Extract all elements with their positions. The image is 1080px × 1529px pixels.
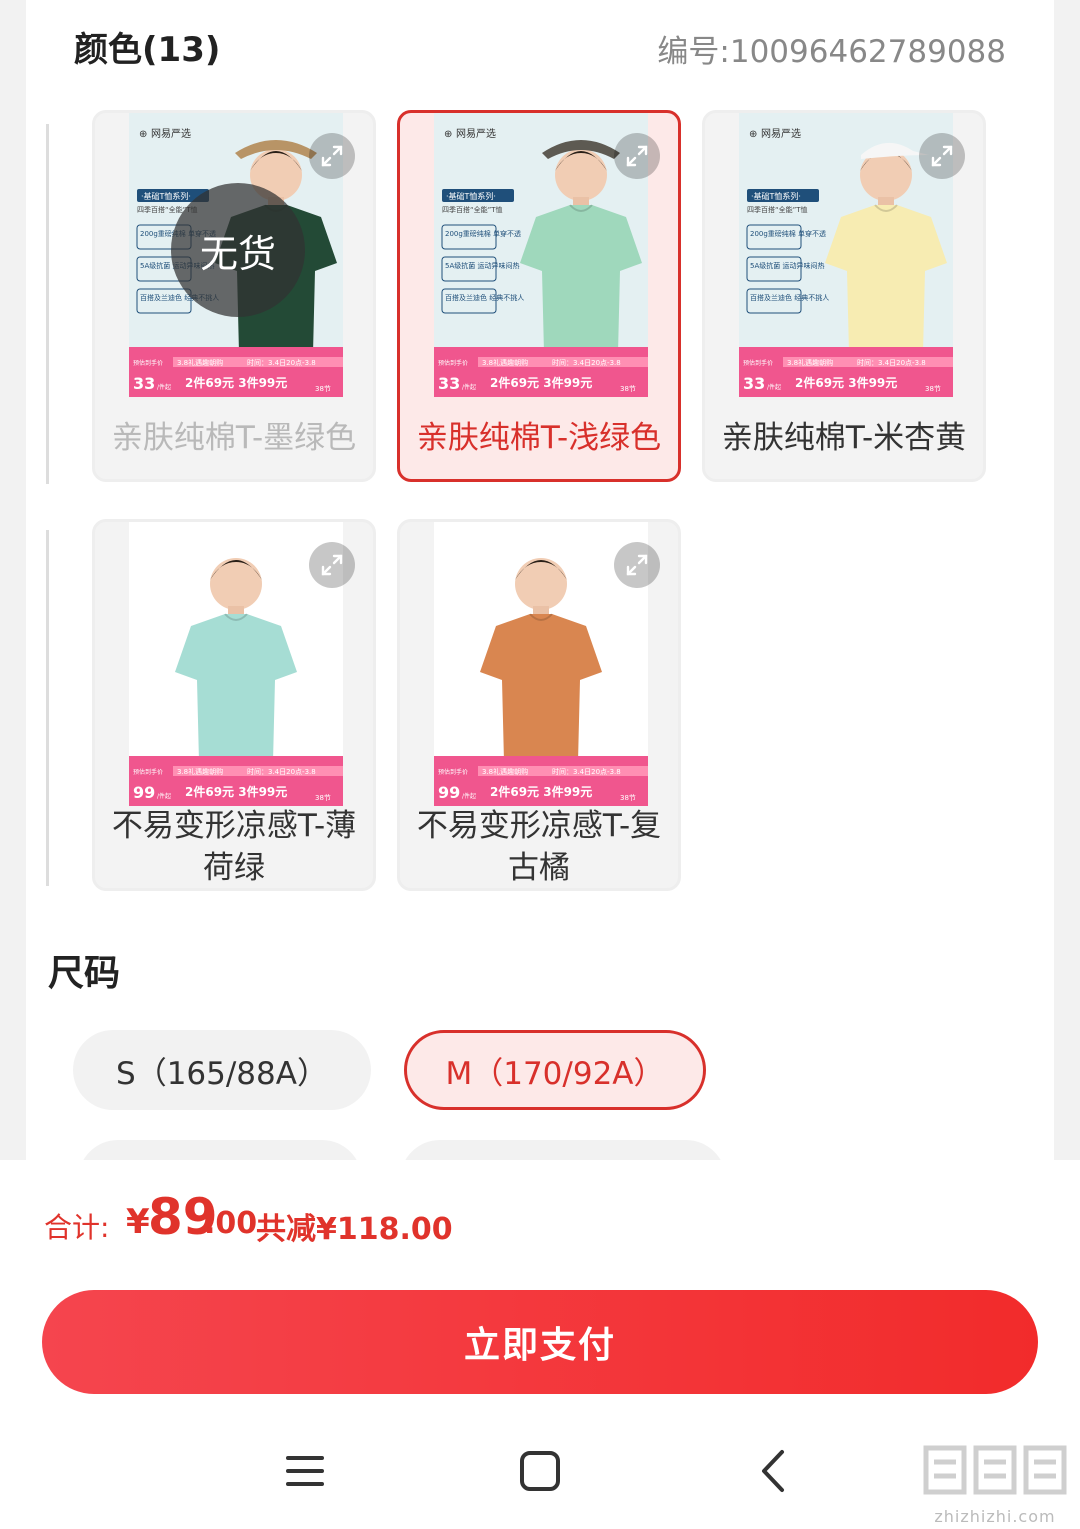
svg-text:百搭及兰迪色 经典不挑人: 百搭及兰迪色 经典不挑人 xyxy=(445,293,524,302)
scroll-edge xyxy=(46,530,49,886)
svg-text:预估到手价: 预估到手价 xyxy=(133,768,163,776)
svg-text:四季百搭“全能”T恤: 四季百搭“全能”T恤 xyxy=(442,205,503,214)
size-section-title: 尺码 xyxy=(48,953,121,994)
svg-text:99: 99 xyxy=(438,783,460,802)
color-option-label: 不易变形凉感T-薄荷绿 xyxy=(111,808,357,886)
pay-now-button[interactable]: 立即支付 xyxy=(42,1290,1038,1394)
total-decimal: .00 xyxy=(204,1206,258,1241)
svg-text:预估到手价: 预估到手价 xyxy=(743,359,773,367)
sold-out-badge: 无货 xyxy=(171,183,305,317)
svg-text:/件起: /件起 xyxy=(462,792,476,800)
svg-text:200g重磅纯棉 单穿不透: 200g重磅纯棉 单穿不透 xyxy=(750,229,826,238)
promo-brand-text: 网易严选 xyxy=(761,127,801,140)
color-option-card[interactable]: ⊕ 网易严选 ·基础T恤系列· 四季百搭“全能”T恤 200g重磅纯棉 单穿不透… xyxy=(92,110,376,482)
watermark-text: zhizhizhi.com xyxy=(934,1507,1056,1526)
svg-text:预估到手价: 预估到手价 xyxy=(438,359,468,367)
svg-text:5A级抗菌 运动异味闷热: 5A级抗菌 运动异味闷热 xyxy=(750,261,824,270)
svg-text:99: 99 xyxy=(133,783,155,802)
watermark: zhizhizhi.com xyxy=(920,1440,1070,1526)
menu-icon[interactable] xyxy=(280,1446,330,1496)
total-saving: 共减¥118.00 xyxy=(256,1212,453,1247)
svg-text:3.8礼遇趣朝购: 3.8礼遇趣朝购 xyxy=(787,358,833,367)
svg-text:2件69元 3件99元: 2件69元 3件99元 xyxy=(185,375,287,390)
svg-text:时间：3.4日20点-3.8: 时间：3.4日20点-3.8 xyxy=(247,358,316,367)
total-bar: 合计: ¥ 89 .00 共减¥118.00 xyxy=(0,1160,1080,1277)
svg-text:时间：3.4日20点-3.8: 时间：3.4日20点-3.8 xyxy=(552,767,621,776)
svg-text:33: 33 xyxy=(133,374,155,393)
color-option-card[interactable]: 3.8礼遇趣朝购 时间：3.4日20点-3.8 预估到手价 99 /件起 2件6… xyxy=(397,519,681,891)
promo-brand: ⊕ xyxy=(444,129,452,140)
svg-text:2件69元 3件99元: 2件69元 3件99元 xyxy=(795,375,897,390)
size-option-s[interactable]: S（165/88A） xyxy=(73,1030,371,1110)
color-option-label: 亲肤纯棉T-浅绿色 xyxy=(416,420,662,456)
svg-text:·基础T恤系列·: ·基础T恤系列· xyxy=(751,191,801,201)
watermark-logo-icon xyxy=(923,1445,1067,1495)
pay-area: 立即支付 xyxy=(0,1276,1080,1416)
color-option-card[interactable]: ⊕ 网易严选 ·基础T恤系列· 四季百搭“全能”T恤 200g重磅纯棉 单穿不透… xyxy=(702,110,986,482)
expand-icon[interactable] xyxy=(309,542,355,588)
color-option-card[interactable]: 3.8礼遇趣朝购 时间：3.4日20点-3.8 预估到手价 99 /件起 2件6… xyxy=(92,519,376,891)
svg-text:预估到手价: 预估到手价 xyxy=(438,768,468,776)
home-icon[interactable] xyxy=(515,1446,565,1496)
svg-text:·基础T恤系列·: ·基础T恤系列· xyxy=(141,191,191,201)
svg-text:200g重磅纯棉 单穿不透: 200g重磅纯棉 单穿不透 xyxy=(445,229,521,238)
promo-brand: ⊕ xyxy=(749,129,757,140)
size-option-m[interactable]: M（170/92A） xyxy=(404,1030,706,1110)
svg-text:5A级抗菌 运动异味闷热: 5A级抗菌 运动异味闷热 xyxy=(445,261,519,270)
back-icon[interactable] xyxy=(750,1446,800,1496)
svg-text:33: 33 xyxy=(438,374,460,393)
expand-icon[interactable] xyxy=(309,133,355,179)
svg-text:时间：3.4日20点-3.8: 时间：3.4日20点-3.8 xyxy=(247,767,316,776)
svg-text:/件起: /件起 xyxy=(767,383,781,391)
color-section-title: 颜色(13) xyxy=(74,30,221,70)
svg-text:/件起: /件起 xyxy=(157,383,171,391)
color-option-label: 不易变形凉感T-复古橘 xyxy=(416,808,662,886)
promo-brand-text: 网易严选 xyxy=(151,127,191,140)
svg-text:时间：3.4日20点-3.8: 时间：3.4日20点-3.8 xyxy=(857,358,926,367)
svg-text:四季百搭“全能”T恤: 四季百搭“全能”T恤 xyxy=(747,205,808,214)
svg-text:38节: 38节 xyxy=(620,385,636,393)
expand-icon[interactable] xyxy=(919,133,965,179)
svg-text:33: 33 xyxy=(743,374,765,393)
svg-text:·基础T恤系列·: ·基础T恤系列· xyxy=(446,191,496,201)
item-number: 编号:10096462789088 xyxy=(657,34,1006,70)
svg-text:3.8礼遇趣朝购: 3.8礼遇趣朝购 xyxy=(482,358,528,367)
svg-text:百搭及兰迪色 经典不挑人: 百搭及兰迪色 经典不挑人 xyxy=(750,293,829,302)
svg-text:3.8礼遇趣朝购: 3.8礼遇趣朝购 xyxy=(482,767,528,776)
svg-text:38节: 38节 xyxy=(315,385,331,393)
svg-text:/件起: /件起 xyxy=(157,792,171,800)
promo-brand-text: 网易严选 xyxy=(456,127,496,140)
expand-icon[interactable] xyxy=(614,133,660,179)
svg-text:预估到手价: 预估到手价 xyxy=(133,359,163,367)
total-currency: ¥ xyxy=(126,1202,150,1242)
svg-text:2件69元 3件99元: 2件69元 3件99元 xyxy=(490,784,592,799)
svg-text:3.8礼遇趣朝购: 3.8礼遇趣朝购 xyxy=(177,767,223,776)
color-option-label: 亲肤纯棉T-墨绿色 xyxy=(111,420,357,456)
svg-text:2件69元 3件99元: 2件69元 3件99元 xyxy=(490,375,592,390)
color-option-card[interactable]: ⊕ 网易严选 ·基础T恤系列· 四季百搭“全能”T恤 200g重磅纯棉 单穿不透… xyxy=(397,110,681,482)
promo-brand: ⊕ xyxy=(139,129,147,140)
svg-text:2件69元 3件99元: 2件69元 3件99元 xyxy=(185,784,287,799)
svg-text:38节: 38节 xyxy=(620,794,636,802)
expand-icon[interactable] xyxy=(614,542,660,588)
scroll-edge xyxy=(46,124,49,484)
color-option-label: 亲肤纯棉T-米杏黄 xyxy=(721,420,967,456)
total-label: 合计: xyxy=(44,1211,110,1244)
svg-text:3.8礼遇趣朝购: 3.8礼遇趣朝购 xyxy=(177,358,223,367)
svg-text:/件起: /件起 xyxy=(462,383,476,391)
svg-text:38节: 38节 xyxy=(925,385,941,393)
svg-text:38节: 38节 xyxy=(315,794,331,802)
color-header: 颜色(13) 编号:10096462789088 xyxy=(74,22,1006,72)
system-nav-bar xyxy=(0,1416,1080,1529)
svg-text:时间：3.4日20点-3.8: 时间：3.4日20点-3.8 xyxy=(552,358,621,367)
